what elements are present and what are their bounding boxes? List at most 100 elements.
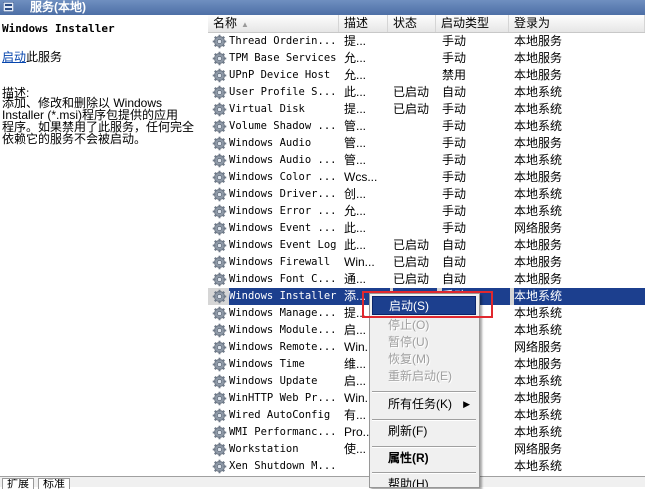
service-row[interactable]: Windows Event Log 此... 已启动 自动 本地服务 xyxy=(208,237,645,254)
service-name-cell: Windows Font C... xyxy=(229,273,337,285)
menu-item-start[interactable]: 启动(S) xyxy=(372,296,476,315)
service-logon-cell: 本地服务 xyxy=(514,170,563,184)
service-logon-cell: 本地系统 xyxy=(514,425,563,439)
service-status-cell xyxy=(393,50,437,67)
menu-item-properties[interactable]: 属性(R) xyxy=(372,449,476,468)
service-row[interactable]: Windows Color ... Wcs... 手动 本地服务 xyxy=(208,169,645,186)
service-logon-cell: 本地系统 xyxy=(514,323,563,337)
service-name-cell: Workstation xyxy=(229,443,299,455)
service-row[interactable]: Windows Audio 管... 手动 本地服务 xyxy=(208,135,645,152)
service-status-cell xyxy=(393,220,437,237)
service-logon-cell: 本地服务 xyxy=(514,238,563,252)
service-gear-icon xyxy=(212,322,228,339)
service-logon-cell: 网络服务 xyxy=(514,221,563,235)
service-row[interactable]: Windows Font C... 通... 已启动 自动 本地服务 xyxy=(208,271,645,288)
service-status-cell: 已启动 xyxy=(393,255,430,269)
service-gear-icon xyxy=(212,84,228,101)
service-description-cell: 允... xyxy=(344,204,367,218)
service-logon-cell: 本地系统 xyxy=(514,204,563,218)
service-name-cell: Windows Installer xyxy=(229,288,351,305)
service-description-cell: 此... xyxy=(344,85,367,99)
service-status-cell xyxy=(393,152,437,169)
service-row[interactable]: TPM Base Services 允... 手动 本地服务 xyxy=(208,50,645,67)
service-name-cell: Windows Audio xyxy=(229,137,312,149)
service-gear-icon xyxy=(212,288,228,305)
menu-separator xyxy=(372,419,476,421)
column-header-logon-as[interactable]: 登录为 xyxy=(509,15,645,32)
service-gear-icon xyxy=(212,135,228,152)
service-gear-icon xyxy=(212,390,228,407)
tab-extended[interactable]: 扩展 xyxy=(2,478,34,489)
services-icon xyxy=(3,2,14,12)
menu-item-help[interactable]: 帮助(H) xyxy=(372,475,476,487)
service-description-cell: Wcs... xyxy=(344,170,378,184)
service-logon-cell: 网络服务 xyxy=(514,340,563,354)
sort-ascending-icon: ▲ xyxy=(241,20,249,29)
extended-details-pane: Windows Installer 启动此服务 描述: 添加、修改和删除以 Wi… xyxy=(0,15,208,476)
start-service-link[interactable]: 启动 xyxy=(2,50,26,64)
column-header-description[interactable]: 描述 xyxy=(339,15,388,32)
service-logon-cell: 本地系统 xyxy=(514,374,563,388)
service-startup-type-cell: 自动 xyxy=(442,272,467,286)
service-logon-cell: 本地服务 xyxy=(514,357,563,371)
service-row[interactable]: Volume Shadow ... 管... 手动 本地系统 xyxy=(208,118,645,135)
service-status-cell xyxy=(393,186,437,203)
service-row[interactable]: Virtual Disk 提... 已启动 手动 本地系统 xyxy=(208,101,645,118)
service-gear-icon xyxy=(212,152,228,169)
service-row[interactable]: Thread Orderin... 提... 手动 本地服务 xyxy=(208,33,645,50)
menu-item-all-tasks[interactable]: 所有任务(K) ▶ xyxy=(372,395,476,414)
service-logon-cell: 本地服务 xyxy=(514,51,563,65)
service-gear-icon xyxy=(212,339,228,356)
column-startup-label: 启动类型 xyxy=(441,16,490,30)
menu-item-refresh[interactable]: 刷新(F) xyxy=(372,422,476,441)
service-description-cell: 管... xyxy=(344,136,367,150)
column-name-label: 名称 xyxy=(213,16,238,30)
service-name-cell: Windows Driver... xyxy=(229,188,337,200)
service-description-cell: 允... xyxy=(344,68,367,82)
service-row[interactable]: Windows Audio ... 管... 手动 本地系统 xyxy=(208,152,645,169)
column-logon-label: 登录为 xyxy=(514,16,551,30)
menu-item-restart[interactable]: 重新启动(E) xyxy=(372,367,476,386)
service-row[interactable]: User Profile S... 此... 已启动 自动 本地系统 xyxy=(208,84,645,101)
view-tabs-bar: 扩展 标准 xyxy=(0,476,645,489)
service-logon-cell: 本地服务 xyxy=(514,255,563,269)
service-status-cell: 已启动 xyxy=(393,238,430,252)
service-startup-type-cell: 禁用 xyxy=(442,68,467,82)
service-description-cell: Win... xyxy=(344,255,375,269)
service-logon-cell: 本地系统 xyxy=(514,102,563,116)
service-status-cell xyxy=(393,67,437,84)
service-logon-cell: 本地系统 xyxy=(514,187,563,201)
service-row[interactable]: Windows Error ... 允... 手动 本地系统 xyxy=(208,203,645,220)
service-startup-type-cell: 手动 xyxy=(442,204,467,218)
service-row[interactable]: Windows Event ... 此... 手动 网络服务 xyxy=(208,220,645,237)
service-row[interactable]: Windows Driver... 创... 手动 本地系统 xyxy=(208,186,645,203)
service-logon-cell: 本地系统 xyxy=(514,288,645,305)
service-row[interactable]: UPnP Device Host 允... 禁用 本地服务 xyxy=(208,67,645,84)
column-status-label: 状态 xyxy=(393,16,418,30)
service-status-cell xyxy=(393,203,437,220)
service-logon-cell: 本地系统 xyxy=(514,85,563,99)
service-name-cell: Volume Shadow ... xyxy=(229,120,337,132)
service-startup-type-cell: 手动 xyxy=(442,170,467,184)
service-startup-type-cell: 手动 xyxy=(442,221,467,235)
column-header-startup-type[interactable]: 启动类型 xyxy=(436,15,509,32)
service-logon-cell: 本地系统 xyxy=(514,408,563,422)
service-gear-icon xyxy=(212,254,228,271)
service-startup-type-cell: 自动 xyxy=(442,255,467,269)
start-service-line: 启动此服务 xyxy=(2,48,62,65)
service-description-cell: 管... xyxy=(344,153,367,167)
column-header-name[interactable]: 名称 ▲ xyxy=(208,15,339,32)
column-header-status[interactable]: 状态 xyxy=(388,15,436,32)
tab-standard[interactable]: 标准 xyxy=(38,478,70,489)
service-description-cell: 允... xyxy=(344,51,367,65)
service-gear-icon xyxy=(212,101,228,118)
service-logon-cell: 本地服务 xyxy=(514,272,563,286)
service-name-cell: Windows Remote... xyxy=(229,341,337,353)
context-menu: 启动(S) 停止(O) 暂停(U) 恢复(M) 重新启动(E) 所有任务(K) ▶… xyxy=(369,293,480,488)
service-row[interactable]: Windows Firewall Win... 已启动 自动 本地服务 xyxy=(208,254,645,271)
menu-separator xyxy=(372,472,476,474)
service-name-cell: Windows Event Log xyxy=(229,239,337,251)
service-name-cell: Windows Manage... xyxy=(229,307,337,319)
service-name-cell: Virtual Disk xyxy=(229,103,305,115)
service-gear-icon xyxy=(212,305,228,322)
